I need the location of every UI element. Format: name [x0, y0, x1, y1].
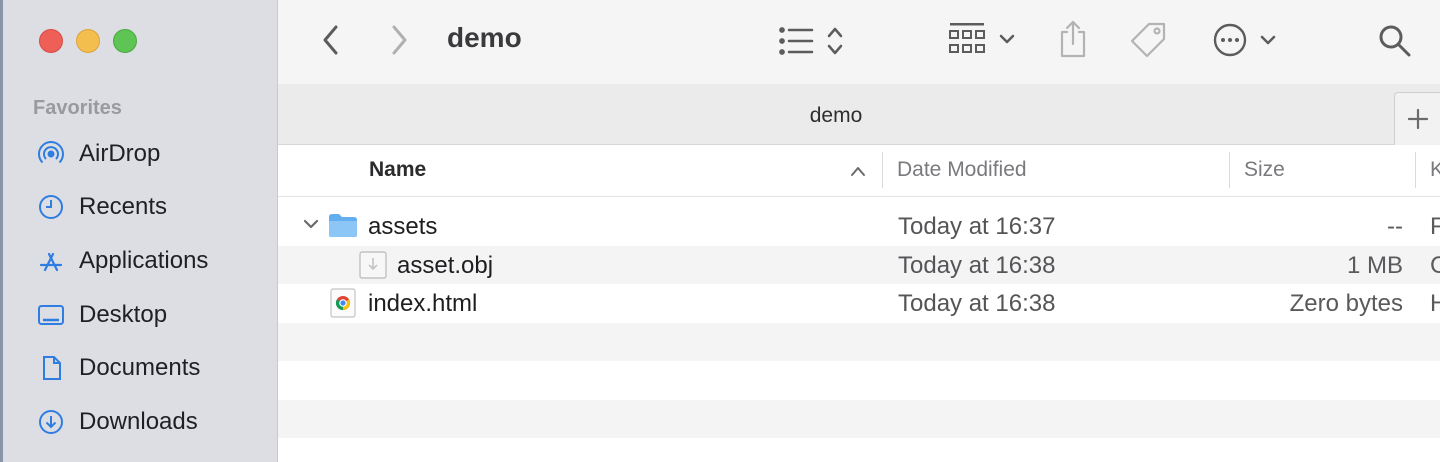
sidebar-item-label: Recents — [79, 193, 168, 221]
sidebar-item-label: Applications — [79, 246, 209, 274]
file-kind: H — [1430, 290, 1440, 317]
group-button[interactable] — [948, 20, 1024, 60]
clock-icon — [39, 195, 63, 220]
sidebar-item-label: Downloads — [79, 407, 198, 435]
actions-button[interactable] — [1212, 22, 1282, 60]
document-icon — [43, 356, 61, 381]
share-icon — [1060, 20, 1086, 58]
forward-button[interactable] — [384, 22, 414, 58]
window-title: demo — [447, 22, 522, 53]
generic-file-icon — [359, 250, 387, 279]
new-tab-button[interactable] — [1394, 92, 1440, 145]
more-actions-icon — [1213, 23, 1276, 57]
column-kind-header[interactable]: K — [1430, 158, 1440, 182]
sort-ascending-icon[interactable] — [850, 165, 866, 177]
file-name: index.html — [368, 290, 478, 317]
download-icon — [39, 409, 63, 434]
main-area: demo demo Name Date Modified Size K asse… — [278, 0, 1440, 462]
column-date-header[interactable]: Date Modified — [897, 158, 1027, 182]
file-name: assets — [368, 213, 438, 240]
table-row[interactable]: index.html Today at 16:38 Zero bytes H — [278, 284, 1440, 323]
chevron-right-icon — [392, 25, 407, 55]
file-size: Zero bytes — [1289, 290, 1403, 317]
column-divider[interactable] — [882, 152, 883, 188]
list-view-icon — [779, 27, 843, 55]
airdrop-icon — [38, 140, 64, 164]
zoom-window-button[interactable] — [113, 29, 137, 53]
favorites-section-title: Favorites — [33, 97, 122, 119]
sidebar-item-recents[interactable]: Recents — [0, 181, 278, 235]
file-kind: F — [1430, 213, 1440, 240]
column-divider[interactable] — [1415, 152, 1416, 188]
chevron-left-icon — [323, 25, 338, 55]
list-view-button[interactable] — [776, 22, 852, 60]
tab-bar: demo — [278, 84, 1440, 145]
column-divider[interactable] — [1229, 152, 1230, 188]
sidebar-item-label: Documents — [79, 354, 201, 382]
tag-icon — [1130, 22, 1166, 58]
file-size: -- — [1387, 213, 1403, 240]
tags-button[interactable] — [1130, 20, 1168, 60]
sidebar-item-documents[interactable]: Documents — [0, 341, 278, 395]
plus-icon — [1407, 108, 1428, 130]
column-name-header[interactable]: Name — [369, 158, 426, 182]
sidebar-item-downloads[interactable]: Downloads — [0, 395, 278, 449]
applications-icon — [39, 252, 63, 272]
close-window-button[interactable] — [39, 29, 63, 53]
table-row[interactable]: assets Today at 16:37 -- F — [278, 207, 1440, 246]
back-button[interactable] — [316, 22, 346, 58]
file-name: asset.obj — [397, 251, 494, 279]
sidebar-item-desktop[interactable]: Desktop — [0, 288, 278, 342]
file-date: Today at 16:37 — [898, 213, 1056, 240]
file-size: 1 MB — [1346, 251, 1403, 279]
sidebar-item-airdrop[interactable]: AirDrop — [0, 127, 278, 181]
empty-row — [278, 361, 1440, 400]
file-date: Today at 16:38 — [898, 290, 1056, 317]
grid-group-icon — [949, 23, 1015, 53]
file-list: assets Today at 16:37 -- F asset.obj Tod… — [278, 207, 1440, 438]
desktop-icon — [38, 304, 64, 325]
table-row[interactable]: asset.obj Today at 16:38 1 MB C — [278, 245, 1440, 284]
file-date: Today at 16:38 — [898, 251, 1056, 279]
sidebar: Favorites AirDrop Recents Applications D… — [0, 0, 278, 462]
toolbar: demo — [278, 0, 1440, 84]
file-kind: C — [1430, 251, 1440, 279]
search-button[interactable] — [1376, 22, 1414, 60]
sidebar-item-applications[interactable]: Applications — [0, 234, 278, 288]
empty-row — [278, 399, 1440, 438]
favorites-list: AirDrop Recents Applications Desktop Doc… — [0, 127, 278, 449]
html-document-icon — [330, 288, 356, 318]
column-header: Name Date Modified Size K — [278, 146, 1440, 197]
share-button[interactable] — [1056, 18, 1090, 60]
folder-icon — [329, 214, 357, 237]
column-size-header[interactable]: Size — [1244, 158, 1285, 182]
empty-row — [278, 322, 1440, 361]
sidebar-item-label: AirDrop — [79, 139, 161, 167]
search-icon — [1379, 25, 1411, 57]
minimize-window-button[interactable] — [76, 29, 100, 53]
window-controls — [39, 29, 137, 53]
tab-demo[interactable]: demo — [278, 104, 1394, 128]
sidebar-item-label: Desktop — [79, 300, 168, 328]
disclosure-expanded-icon[interactable] — [302, 217, 320, 231]
